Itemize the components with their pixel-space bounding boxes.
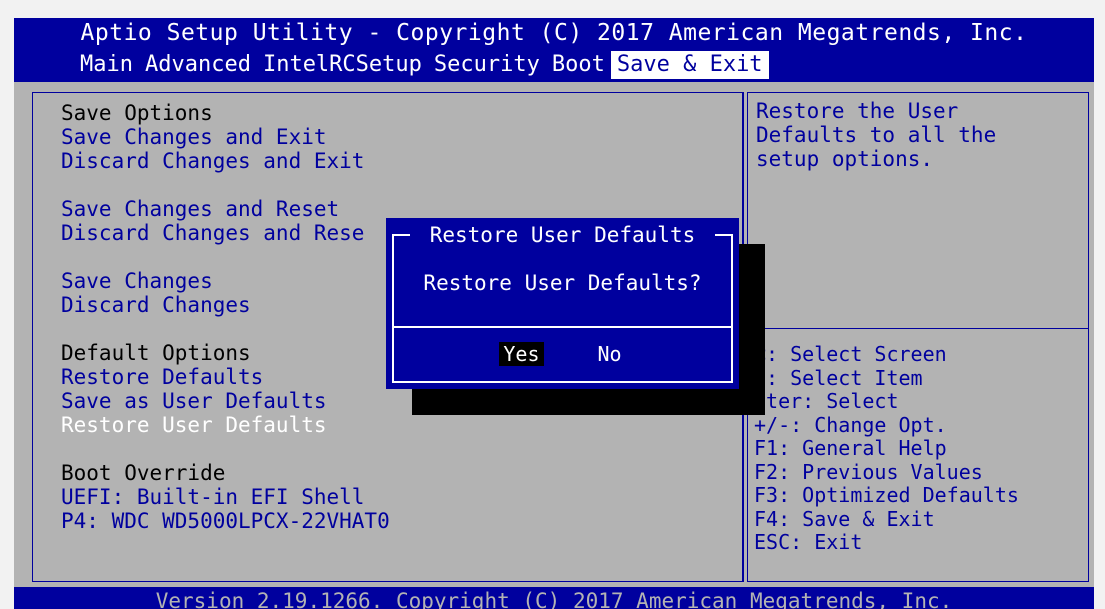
key-change-opt: +/-: Change Opt. — [754, 412, 947, 437]
save-changes-and-exit-option[interactable]: Save Changes and Exit — [61, 125, 327, 149]
tab-main[interactable]: Main — [74, 51, 139, 79]
discard-changes-option[interactable]: Discard Changes — [61, 293, 251, 317]
tab-advanced[interactable]: Advanced — [139, 51, 257, 79]
key-optimized-defaults: F3: Optimized Defaults — [754, 483, 1019, 507]
yes-button[interactable]: Yes — [499, 342, 544, 366]
restore-user-defaults-dialog: Restore User Defaults Restore User Defau… — [386, 218, 739, 389]
save-options-label: Save Options — [61, 101, 213, 125]
help-divider — [748, 328, 1088, 329]
restore-defaults-option[interactable]: Restore Defaults — [61, 365, 263, 389]
app-title: Aptio Setup Utility - Copyright (C) 2017… — [80, 20, 1028, 46]
key-previous-values: F2: Previous Values — [754, 459, 983, 484]
key-save-exit: F4: Save & Exit — [754, 506, 935, 531]
footer-version: Version 2.19.1266. Copyright (C) 2017 Am… — [14, 587, 1094, 609]
boot-uefi-shell-option[interactable]: UEFI: Built-in EFI Shell — [61, 485, 364, 509]
header-bar: Aptio Setup Utility - Copyright (C) 2017… — [14, 18, 1094, 82]
dialog-title: Restore User Defaults — [429, 223, 696, 247]
help-panel: Restore the User Defaults to all the set… — [747, 92, 1089, 582]
no-button[interactable]: No — [594, 342, 626, 366]
key-general-help: F1: General Help — [754, 436, 947, 460]
dialog-buttons: Yes No — [386, 342, 739, 366]
tab-intelrcsetup[interactable]: IntelRCSetup — [257, 51, 428, 79]
discard-changes-and-exit-option[interactable]: Discard Changes and Exit — [61, 149, 364, 173]
tab-boot[interactable]: Boot — [546, 51, 611, 79]
restore-user-defaults-option[interactable]: Restore User Defaults — [61, 413, 327, 437]
tab-save-exit[interactable]: Save & Exit — [610, 51, 769, 79]
discard-changes-and-reset-option[interactable]: Discard Changes and Rese — [61, 221, 364, 245]
help-description: Restore the User Defaults to all the set… — [756, 99, 997, 171]
save-as-user-defaults-option[interactable]: Save as User Defaults — [61, 389, 327, 413]
dialog-question: Restore User Defaults? — [423, 271, 702, 295]
save-changes-and-reset-option[interactable]: Save Changes and Reset — [61, 197, 339, 221]
tab-security[interactable]: Security — [428, 51, 546, 79]
default-options-label: Default Options — [61, 341, 251, 365]
key-select-screen: <: Select Screen — [754, 342, 947, 366]
key-select-item: ↓: Select Item — [754, 365, 923, 390]
menu-bar: Main Advanced IntelRCSetup Security Boot… — [74, 51, 769, 79]
boot-override-label: Boot Override — [61, 461, 226, 485]
key-legend: <: Select Screen ↓: Select Item nter: Se… — [754, 342, 1084, 555]
dialog-divider — [392, 326, 733, 328]
key-enter-select: nter: Select — [754, 389, 899, 413]
bios-screen: Aptio Setup Utility - Copyright (C) 2017… — [0, 0, 1105, 609]
save-changes-option[interactable]: Save Changes — [61, 269, 213, 293]
key-esc-exit: ESC: Exit — [754, 530, 863, 554]
boot-p4-option[interactable]: P4: WDC WD5000LPCX-22VHAT0 — [61, 509, 390, 533]
